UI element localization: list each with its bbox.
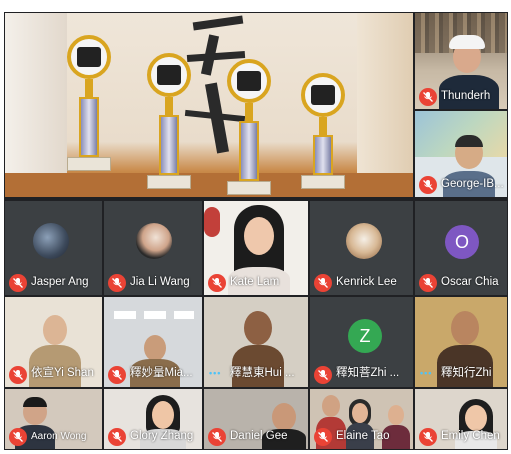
mic-off-icon — [208, 428, 226, 446]
participant-tile-elaine[interactable]: Elaine Tao — [309, 388, 414, 450]
participant-video-elaine-2 — [346, 399, 374, 449]
participant-tile-emily[interactable]: Emily Chen — [414, 388, 508, 450]
audio-dots-icon: ••• — [209, 368, 222, 378]
participant-name: 釋慧東Hui ... — [230, 367, 295, 379]
participant-name: 依宣Yi Shan — [31, 367, 94, 379]
meeting-grid: Thunderh George-IB... Jasper Ang Jia Li … — [4, 12, 508, 450]
mic-off-icon — [208, 274, 226, 292]
featured-video-tile[interactable] — [4, 12, 414, 198]
participant-tile-daniel[interactable]: Daniel Gee — [203, 388, 309, 450]
participant-tile-jasper[interactable]: Jasper Ang — [4, 200, 103, 296]
participant-tile-yishan[interactable]: 依宣Yi Shan — [4, 296, 103, 388]
participant-name: Thunderh — [441, 90, 491, 102]
trophy-1 — [67, 35, 111, 175]
participant-name: George-IB... — [441, 178, 504, 190]
curtain-right — [357, 13, 413, 173]
participant-name: Oscar Chia — [441, 276, 499, 288]
mic-off-icon — [108, 274, 126, 292]
ceiling-lights — [114, 311, 194, 319]
avatar — [346, 223, 382, 259]
participant-name: Kate Lam — [230, 276, 280, 288]
mic-off-icon — [9, 428, 27, 446]
participant-name: Aaron Wong — [31, 431, 87, 442]
mic-off-icon — [108, 366, 126, 384]
participant-tile-huijie[interactable]: ••• 釋慧東Hui ... — [203, 296, 309, 388]
mic-off-icon — [314, 366, 332, 384]
mic-off-icon — [314, 428, 332, 446]
participant-name: 釋知行Zhi — [441, 367, 492, 379]
table-surface — [5, 173, 413, 197]
mic-off-icon — [419, 176, 437, 194]
participant-tile-jiali[interactable]: Jia Li Wang — [103, 200, 203, 296]
participant-tile-kenrick[interactable]: Kenrick Lee — [309, 200, 414, 296]
participant-tile-oscar[interactable]: O Oscar Chia — [414, 200, 508, 296]
mic-off-icon — [419, 274, 437, 292]
participant-tile-zhi2[interactable]: ••• 釋知行Zhi — [414, 296, 508, 388]
mic-off-icon — [419, 428, 437, 446]
participant-name: Kenrick Lee — [336, 276, 397, 288]
participant-name: Jia Li Wang — [130, 276, 190, 288]
avatar — [136, 223, 172, 259]
mic-off-icon — [419, 88, 437, 106]
mic-off-icon — [108, 428, 126, 446]
participant-video-daniel — [262, 401, 306, 449]
audio-dots-icon: ••• — [420, 368, 433, 378]
curtain-left — [5, 13, 67, 173]
participant-tile-kate[interactable]: Kate Lam — [203, 200, 309, 296]
participant-name: Elaine Tao — [336, 430, 390, 442]
participant-tile-miao[interactable]: 釋妙量Mia... — [103, 296, 203, 388]
participant-name: 釋妙量Mia... — [130, 367, 193, 379]
avatar: Z — [348, 319, 382, 353]
participant-tile-thunderh[interactable]: Thunderh — [414, 12, 508, 110]
mic-off-icon — [9, 274, 27, 292]
participant-name: Daniel Gee — [230, 430, 288, 442]
avatar — [33, 223, 69, 259]
trophy-3 — [227, 59, 271, 197]
participant-video-emily — [455, 399, 497, 449]
trophy-4 — [301, 73, 345, 193]
flowers — [204, 207, 220, 237]
participant-tile-aaron[interactable]: Aaron Wong — [4, 388, 103, 450]
participant-tile-zhi1[interactable]: Z 釋知菩Zhi ... — [309, 296, 414, 388]
participant-name: Jasper Ang — [31, 276, 89, 288]
participant-video-elaine-3 — [382, 403, 410, 449]
participant-name: Emily Chen — [441, 430, 500, 442]
participant-name: 釋知菩Zhi ... — [336, 367, 400, 379]
avatar: O — [445, 225, 479, 259]
mic-off-icon — [314, 274, 332, 292]
participant-name: Glory Zhang — [130, 430, 194, 442]
participant-tile-george[interactable]: George-IB... — [414, 110, 508, 198]
mic-off-icon — [9, 366, 27, 384]
trophy-2 — [147, 53, 191, 193]
participant-tile-glory[interactable]: Glory Zhang — [103, 388, 203, 450]
